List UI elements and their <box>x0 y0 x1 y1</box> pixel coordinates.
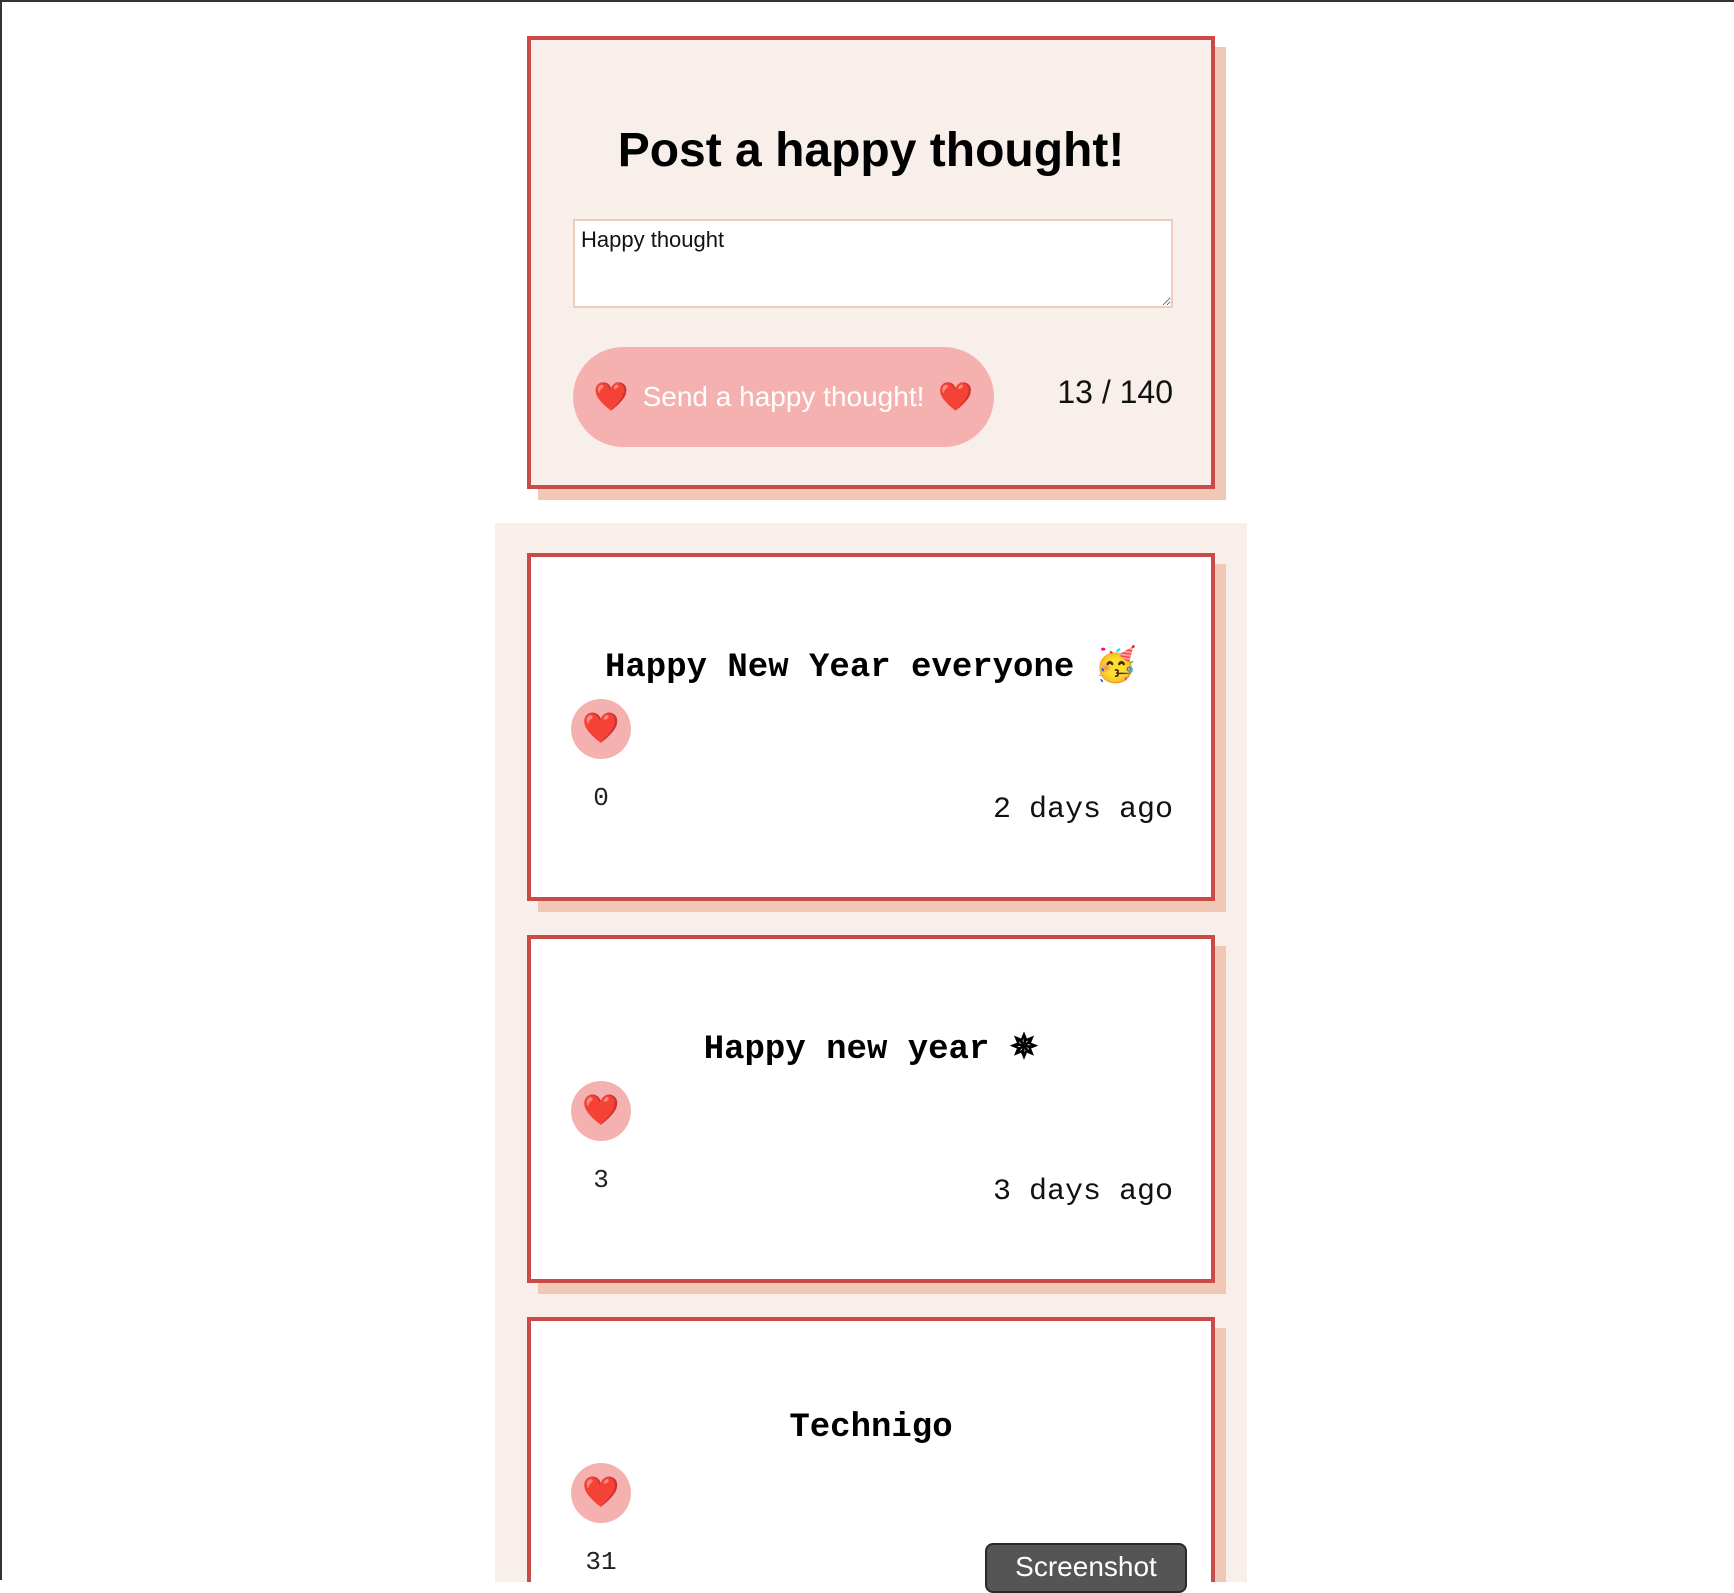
thought-timestamp: 2 days ago <box>992 793 1173 827</box>
thought-timestamp: 3 days ago <box>992 1175 1173 1209</box>
thought-message: Happy New Year everyone 🥳 <box>604 649 1137 687</box>
heart-icon: ❤️ <box>938 381 974 412</box>
character-counter: 13 / 140 <box>1057 374 1173 410</box>
thought-message: Technigo <box>789 1409 953 1447</box>
thought-card: Happy New Year everyone 🥳 ❤️ 0 2 days ag… <box>527 553 1215 901</box>
thoughts-feed[interactable]: Happy New Year everyone 🥳 ❤️ 0 2 days ag… <box>495 523 1247 1582</box>
like-button[interactable]: ❤️ <box>571 1463 631 1523</box>
heart-icon: ❤️ <box>582 1476 620 1509</box>
form-title: Post a happy thought! <box>617 124 1125 177</box>
thought-input[interactable]: Happy thought <box>573 219 1173 308</box>
like-count: 31 <box>585 1547 617 1577</box>
like-count: 0 <box>593 783 609 813</box>
screenshot-button[interactable]: Screenshot <box>985 1543 1187 1593</box>
heart-icon: ❤️ <box>593 381 629 412</box>
thought-message: Happy new year ✵ <box>703 1031 1039 1069</box>
send-thought-button[interactable]: ❤️ Send a happy thought! ❤️ <box>573 347 994 447</box>
like-button[interactable]: ❤️ <box>571 1081 631 1141</box>
like-count: 3 <box>593 1165 609 1195</box>
happy-thoughts-app: Post a happy thought! Happy thought ❤️ S… <box>2 2 1734 1593</box>
heart-icon: ❤️ <box>582 1094 620 1127</box>
like-button[interactable]: ❤️ <box>571 699 631 759</box>
post-thought-form: Post a happy thought! Happy thought ❤️ S… <box>527 36 1215 489</box>
send-button-label: Send a happy thought! <box>642 381 925 412</box>
heart-icon: ❤️ <box>582 712 620 745</box>
thought-card: Happy new year ✵ ❤️ 3 3 days ago <box>527 935 1215 1283</box>
